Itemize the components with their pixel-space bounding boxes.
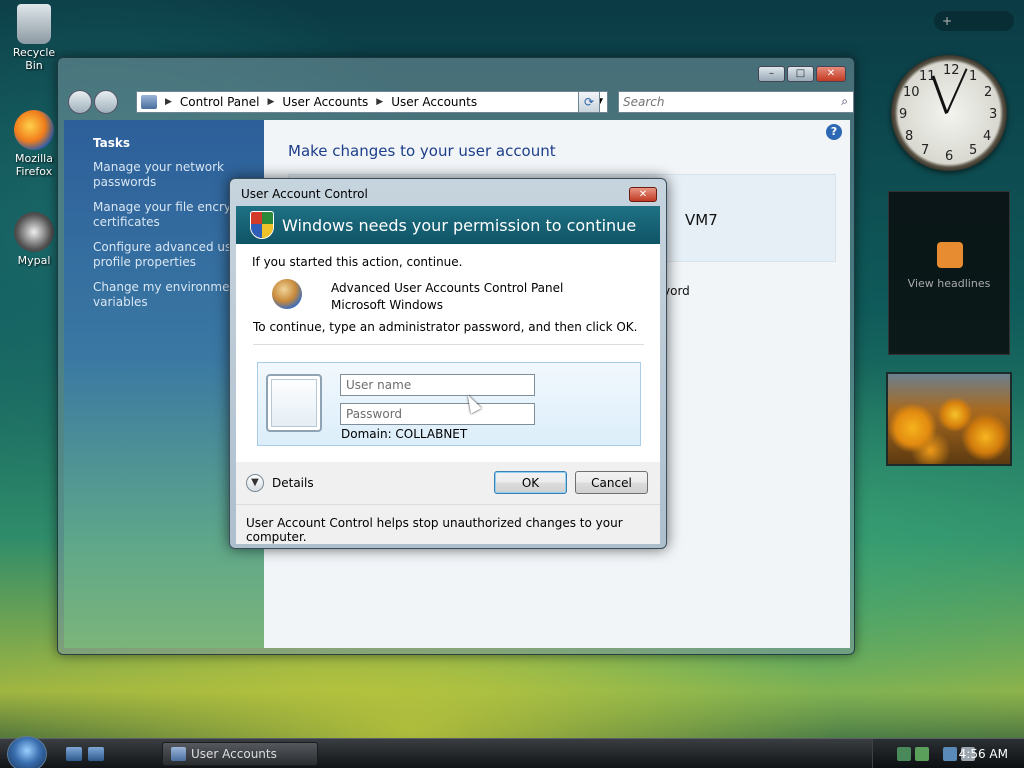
window-controls: – □ ✕ (758, 66, 846, 82)
firefox-label: Mozilla Firefox (15, 152, 53, 178)
breadcrumb-arrow-icon: ▶ (267, 97, 275, 107)
password-field[interactable] (340, 403, 535, 425)
address-bar[interactable]: ▶ Control Panel ▶ User Accounts ▶ User A… (136, 91, 608, 113)
mypal-desktop-icon[interactable]: Mypal (4, 212, 64, 267)
tasks-heading: Tasks (93, 136, 131, 150)
back-button[interactable] (68, 90, 92, 114)
switch-windows-icon[interactable] (88, 747, 104, 761)
feed-headlines-gadget[interactable]: View headlines (888, 191, 1010, 355)
add-gadget-button[interactable]: + (934, 11, 1014, 31)
taskbar-button-user-accounts[interactable]: User Accounts (162, 742, 318, 766)
maximize-button[interactable]: □ (787, 66, 814, 82)
clock-number: 5 (969, 143, 978, 158)
uac-body: If you started this action, continue. Ad… (236, 244, 660, 462)
uac-close-button[interactable]: ✕ (629, 187, 657, 202)
clock-number: 4 (983, 129, 992, 144)
ok-button[interactable]: OK (494, 471, 567, 494)
clock-number: 10 (903, 85, 920, 100)
clock-number: 2 (984, 85, 993, 100)
user-picture-tile (266, 374, 322, 432)
taskbar: User Accounts 4:56 AM (0, 736, 1024, 768)
show-desktop-icon[interactable] (66, 747, 82, 761)
clock-number: 9 (899, 107, 908, 122)
domain-label: Domain: COLLABNET (341, 427, 468, 441)
account-name: VM7 (685, 211, 718, 229)
recycle-bin-label: Recycle Bin (12, 46, 56, 72)
clock-number: 7 (921, 143, 930, 158)
breadcrumb-arrow-icon: ▶ (376, 97, 384, 107)
divider (253, 344, 644, 345)
password-link-fragment[interactable]: vord (663, 284, 690, 298)
clock-number: 1 (969, 69, 978, 84)
minimize-button[interactable]: – (758, 66, 785, 82)
control-panel-icon (141, 95, 157, 109)
uac-footer-note: User Account Control helps stop unauthor… (246, 516, 623, 544)
navigation-bar: ▶ Control Panel ▶ User Accounts ▶ User A… (66, 88, 854, 114)
firefox-desktop-icon[interactable]: Mozilla Firefox (4, 110, 64, 178)
close-button[interactable]: ✕ (816, 66, 846, 82)
refresh-button[interactable]: ⟳ (578, 91, 600, 113)
user-accounts-icon (171, 747, 186, 761)
chevron-down-icon: ▼ (246, 474, 264, 492)
clock-number: 6 (945, 149, 954, 164)
rss-icon (937, 242, 963, 268)
uac-banner-message: Windows needs your permission to continu… (282, 216, 637, 235)
page-title: Make changes to your user account (288, 142, 556, 160)
breadcrumb-user-accounts[interactable]: User Accounts (282, 95, 368, 109)
uac-footer: ▼ Details OK Cancel User Account Control… (236, 462, 660, 544)
program-name: Advanced User Accounts Control Panel (331, 281, 564, 295)
details-label: Details (272, 476, 314, 490)
program-publisher: Microsoft Windows (331, 298, 443, 312)
uac-dialog: User Account Control ✕ Windows needs you… (229, 178, 667, 549)
uac-password-instruction: To continue, type an administrator passw… (253, 320, 638, 334)
feed-label: View headlines (907, 277, 991, 290)
credential-box: Domain: COLLABNET (257, 362, 641, 446)
security-shield-icon (250, 211, 274, 239)
cancel-button[interactable]: Cancel (575, 471, 648, 494)
details-toggle[interactable]: ▼ Details (246, 474, 314, 492)
mypal-label: Mypal (17, 254, 51, 267)
forward-button[interactable] (94, 90, 118, 114)
uac-dialog-title: User Account Control (241, 187, 368, 201)
recycle-bin-desktop-icon[interactable]: Recycle Bin (4, 4, 64, 72)
breadcrumb-user-accounts-current[interactable]: User Accounts (391, 95, 477, 109)
taskbar-button-label: User Accounts (191, 747, 277, 761)
footer-divider (236, 504, 660, 505)
slideshow-gadget[interactable] (886, 372, 1012, 466)
breadcrumb-arrow-icon: ▶ (165, 97, 172, 107)
username-field[interactable] (340, 374, 535, 396)
mypal-icon (14, 212, 54, 252)
tray-app-icon[interactable] (915, 747, 929, 761)
network-icon[interactable] (897, 747, 911, 761)
uac-instruction: If you started this action, continue. (252, 255, 463, 269)
recycle-bin-icon (17, 4, 51, 44)
breadcrumb-control-panel[interactable]: Control Panel (180, 95, 260, 109)
taskbar-clock[interactable]: 4:56 AM (959, 747, 1008, 761)
system-tray: 4:56 AM (872, 739, 1024, 768)
user-accounts-program-icon (272, 279, 302, 309)
clock-number: 3 (989, 107, 998, 122)
clock-number: 8 (905, 129, 914, 144)
start-button[interactable] (7, 736, 47, 768)
clock-number: 12 (943, 63, 960, 78)
clock-hour-hand (931, 75, 948, 115)
search-box: ⌕ (618, 91, 854, 113)
uac-banner: Windows needs your permission to continu… (236, 206, 660, 244)
network-status-icon[interactable] (943, 747, 957, 761)
firefox-icon (14, 110, 54, 150)
add-gadget-label: + (942, 14, 953, 28)
help-icon[interactable]: ? (826, 124, 842, 140)
search-icon[interactable]: ⌕ (841, 94, 848, 109)
clock-gadget[interactable]: 12 1 2 3 4 5 6 7 8 9 10 11 (891, 55, 1007, 171)
search-input[interactable] (619, 92, 819, 112)
